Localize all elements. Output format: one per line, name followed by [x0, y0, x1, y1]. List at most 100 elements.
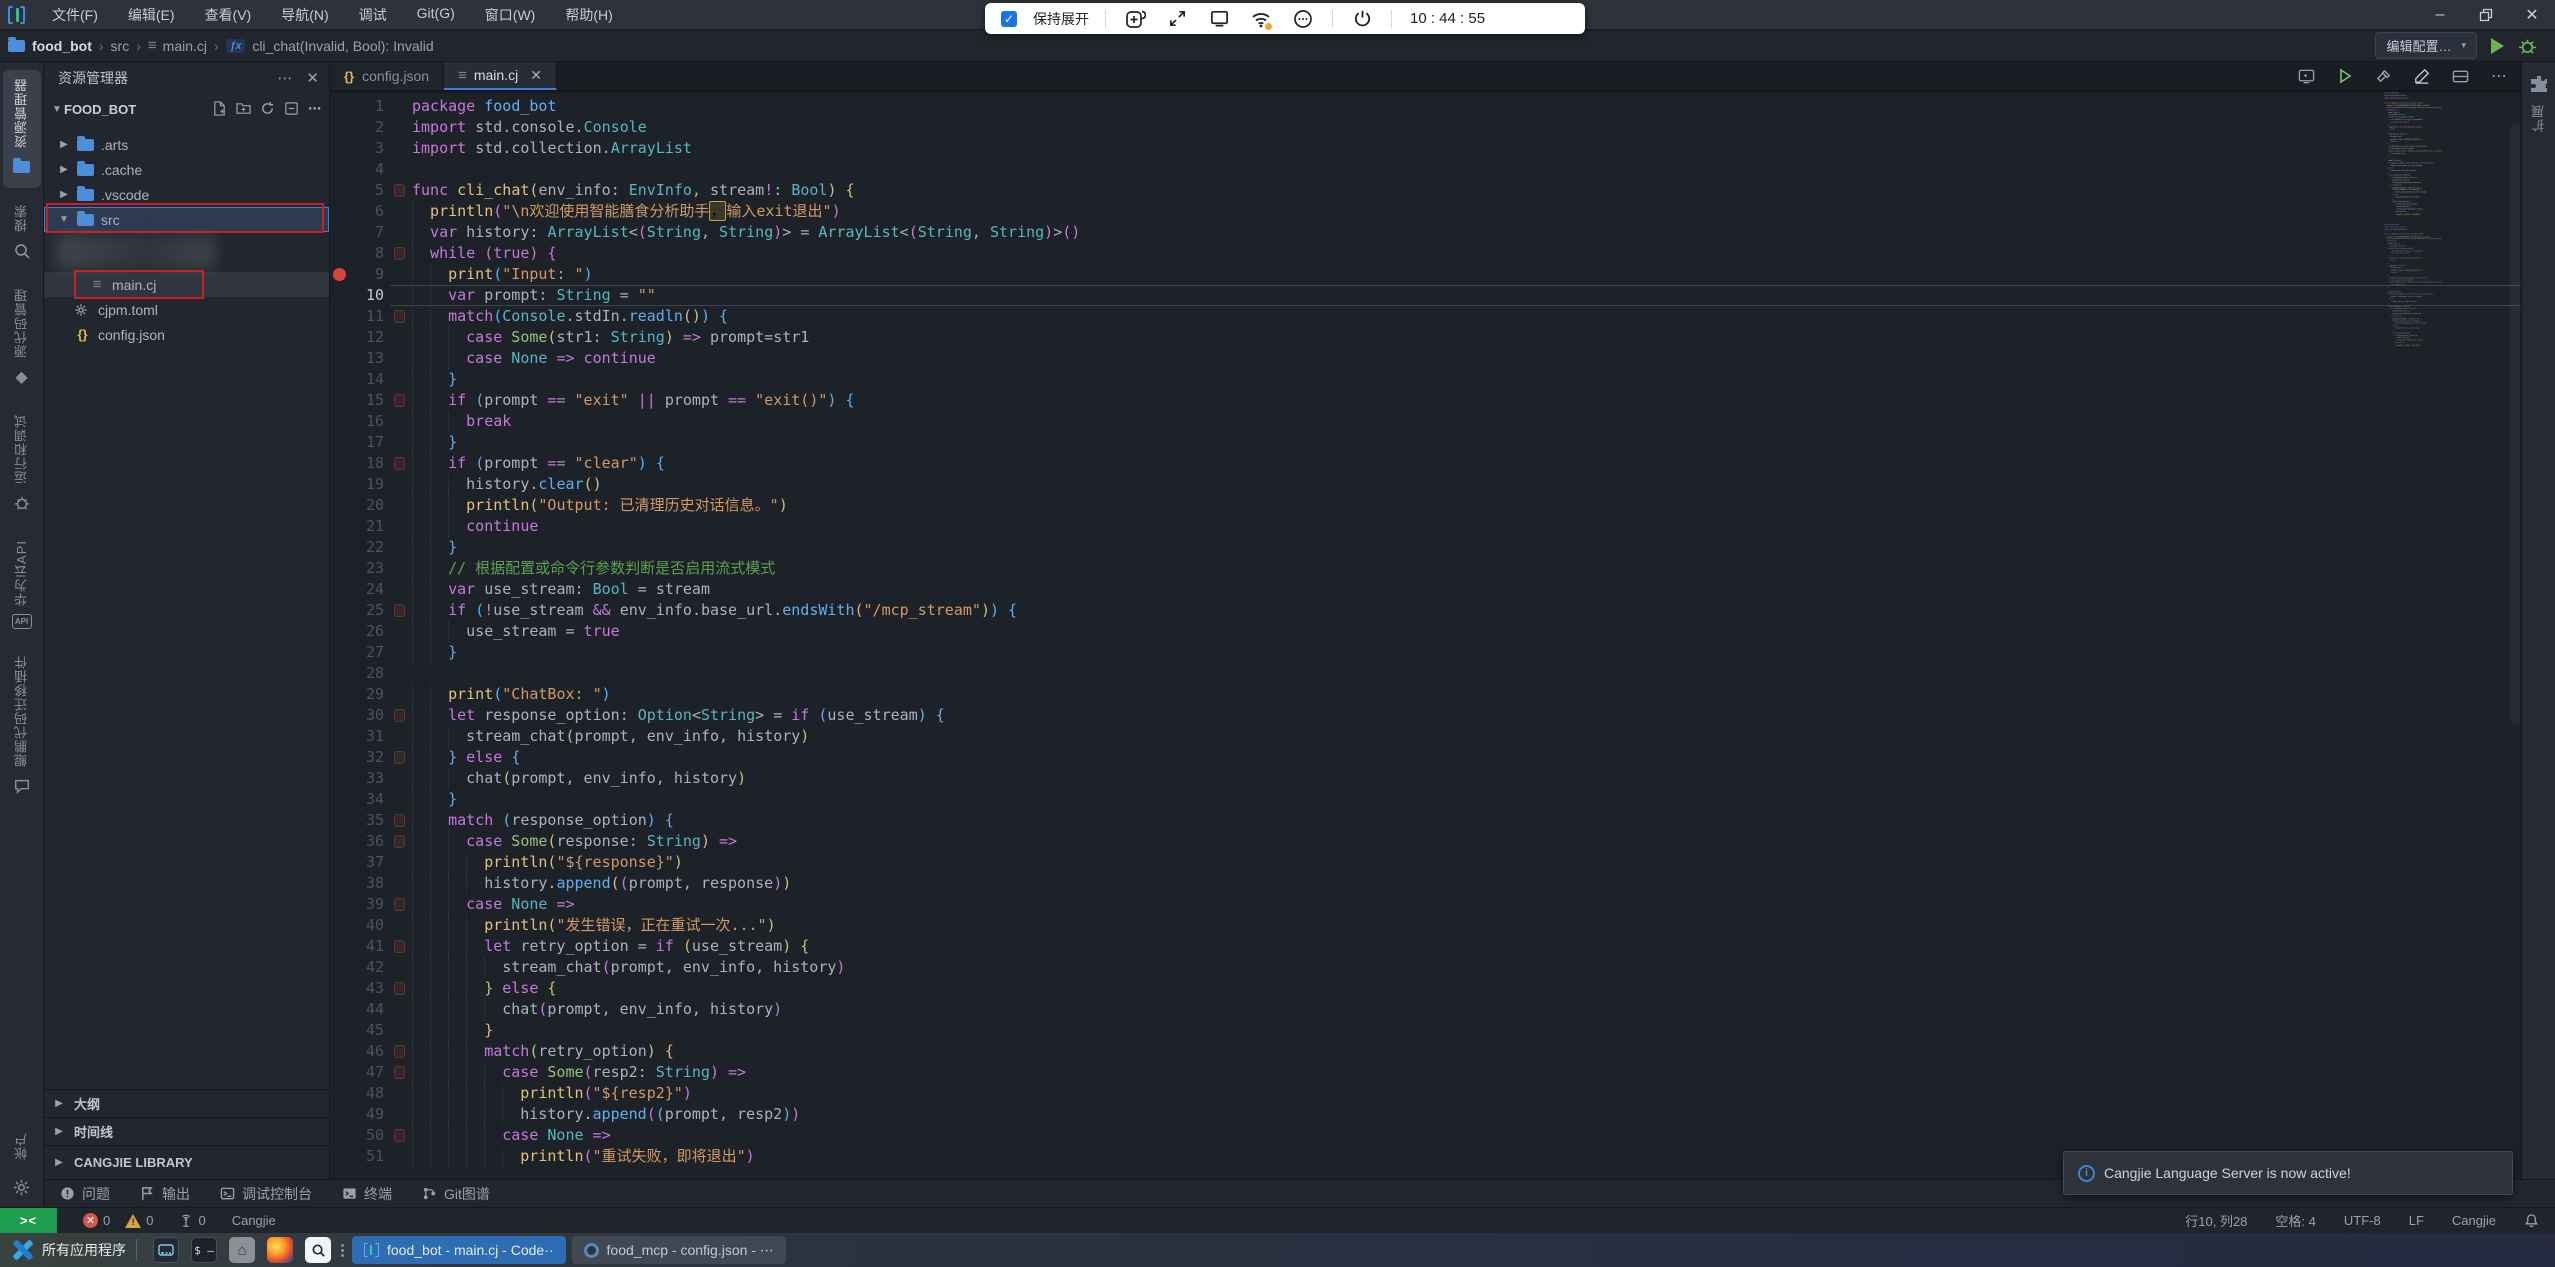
breakpoint-gutter[interactable] [330, 600, 348, 621]
panel-tab-terminal[interactable]: 终端 [342, 1184, 392, 1204]
code-line[interactable]: 35 match (response_option) { [330, 810, 2521, 831]
code-line[interactable]: 46 match(retry_option) { [330, 1041, 2521, 1062]
build-hammer-icon[interactable] [2375, 68, 2392, 85]
fullscreen-icon[interactable] [1164, 8, 1190, 29]
code-line[interactable]: 3import std.collection.ArrayList [330, 138, 2521, 159]
tree-item-vscode[interactable]: ▶ .vscode [44, 182, 329, 207]
language-status-left[interactable]: Cangjie [232, 1213, 276, 1228]
notifications-bell-icon[interactable] [2524, 1213, 2539, 1228]
menu-view[interactable]: 查看(V) [193, 2, 264, 28]
breakpoint-gutter[interactable] [330, 201, 348, 222]
extensions-puzzle-icon[interactable] [2529, 74, 2549, 94]
more-circle-icon[interactable] [1290, 8, 1316, 30]
code-line[interactable]: 13 case None => continue [330, 348, 2521, 369]
remote-indicator[interactable]: >< [0, 1208, 57, 1233]
code-line[interactable]: 31 stream_chat(prompt, env_info, history… [330, 726, 2521, 747]
activity-huawei-cloud-api[interactable]: 华为云API API [3, 532, 41, 639]
encoding[interactable]: UTF-8 [2344, 1213, 2381, 1228]
breakpoint-gutter[interactable] [330, 285, 348, 306]
code-line[interactable]: 16 break [330, 411, 2521, 432]
breakpoint-gutter[interactable] [330, 222, 348, 243]
vertical-scrollbar[interactable] [2508, 90, 2521, 1179]
tree-item-arts[interactable]: ▶ .arts [44, 132, 329, 157]
code-line[interactable]: 43 } else { [330, 978, 2521, 999]
terminal-app-icon[interactable]: $ ‒ [191, 1237, 217, 1263]
breakpoint-gutter[interactable] [330, 1125, 348, 1146]
file-manager-icon[interactable]: ⌂ [229, 1237, 255, 1263]
code-area[interactable]: 1package food_bot2import std.console.Con… [2375, 92, 2507, 215]
ports-status[interactable]: 0 [179, 1213, 205, 1228]
section-outline[interactable]: ▶ 大纲 [44, 1089, 329, 1117]
breakpoint-gutter[interactable] [330, 411, 348, 432]
breakpoint-gutter[interactable] [330, 768, 348, 789]
breakpoint-gutter[interactable] [330, 495, 348, 516]
breakpoint-gutter[interactable] [330, 1020, 348, 1041]
breakpoint-gutter[interactable] [330, 96, 348, 117]
refresh-icon[interactable] [260, 101, 275, 117]
breakpoint-gutter[interactable] [330, 474, 348, 495]
breakpoint-gutter[interactable] [330, 159, 348, 180]
code-line[interactable]: 47 case Some(resp2: String) => [330, 1062, 2521, 1083]
code-line[interactable]: 17 } [330, 432, 2521, 453]
breakpoint-gutter[interactable] [330, 558, 348, 579]
breakpoint-gutter[interactable] [330, 579, 348, 600]
language-mode[interactable]: Cangjie [2452, 1213, 2496, 1228]
section-timeline[interactable]: ▶ 时间线 [44, 1117, 329, 1145]
firefox-icon[interactable] [267, 1237, 293, 1263]
breakpoint-gutter[interactable] [330, 873, 348, 894]
breakpoint-gutter[interactable] [330, 1083, 348, 1104]
code-line[interactable]: 24 var use_stream: Bool = stream [330, 579, 2521, 600]
close-sidebar-icon[interactable]: ✕ [306, 69, 319, 87]
code-line[interactable]: 4 [330, 159, 2521, 180]
activity-explorer[interactable]: 资源管理器 [3, 70, 41, 188]
code-line[interactable]: 7 var history: ArrayList<(String, String… [330, 222, 2521, 243]
breakpoint-gutter[interactable] [330, 369, 348, 390]
code-line[interactable]: 41 let retry_option = if (use_stream) { [330, 936, 2521, 957]
breakpoint-gutter[interactable] [330, 705, 348, 726]
add-window-icon[interactable] [1122, 8, 1148, 30]
breakpoint-gutter[interactable] [330, 999, 348, 1020]
code-line[interactable]: 10 var prompt: String = "" [330, 285, 2521, 306]
power-icon[interactable] [1349, 8, 1375, 29]
search-app-icon[interactable] [305, 1237, 331, 1263]
breakpoint-gutter[interactable] [330, 117, 348, 138]
run-file-icon[interactable] [2337, 68, 2353, 84]
breakpoint-gutter[interactable] [330, 180, 348, 201]
breadcrumb-root[interactable]: food_bot [8, 38, 92, 54]
keep-expanded-checkbox[interactable]: ✓ [1001, 11, 1017, 27]
menu-file[interactable]: 文件(F) [40, 2, 110, 28]
menu-git[interactable]: Git(G) [405, 2, 467, 28]
tree-item-cjpm-toml[interactable]: cjpm.toml [44, 297, 329, 322]
breakpoint-gutter[interactable] [330, 957, 348, 978]
notification-toast[interactable]: i Cangjie Language Server is now active! [2063, 1151, 2513, 1195]
close-button[interactable]: ✕ [2509, 0, 2555, 29]
breakpoint-gutter[interactable] [330, 348, 348, 369]
code-line[interactable]: 29 print("ChatBox: ") [330, 684, 2521, 705]
activity-run-debug[interactable]: 运行和调试 [3, 406, 41, 524]
code-line[interactable]: 51 println("重试失败，即将退出") [2375, 344, 2507, 346]
breakpoint-gutter[interactable] [330, 453, 348, 474]
panel-tab-git-graph[interactable]: Git图谱 [422, 1184, 490, 1204]
breakpoint-gutter[interactable] [330, 789, 348, 810]
new-file-icon[interactable] [212, 101, 227, 117]
code-line[interactable]: 19 history.clear() [330, 474, 2521, 495]
breadcrumb-symbol[interactable]: ƒx cli_chat(Invalid, Bool): Invalid [226, 38, 434, 54]
code-line[interactable]: 12 case Some(str1: String) => prompt=str… [330, 327, 2521, 348]
new-folder-icon[interactable] [236, 101, 251, 117]
indentation[interactable]: 空格: 4 [2275, 1211, 2315, 1230]
code-line[interactable]: 22 } [330, 537, 2521, 558]
code-line[interactable]: 36 case Some(response: String) => [330, 831, 2521, 852]
activity-source-control[interactable]: 源代码管理 ◆ [3, 280, 41, 398]
code-line[interactable]: 45 } [330, 1020, 2521, 1041]
tree-item-cache[interactable]: ▶ .cache [44, 157, 329, 182]
more-actions-icon[interactable]: ⋯ [277, 69, 292, 87]
more-actions-icon[interactable]: ⋯ [308, 101, 321, 117]
tab-config-json[interactable]: {} config.json [330, 62, 444, 90]
breadcrumb-src[interactable]: src [111, 38, 130, 54]
code-line[interactable]: 37 println("${response}") [330, 852, 2521, 873]
tree-item-main-cj[interactable]: ≡ main.cj [44, 272, 329, 297]
split-editor-icon[interactable] [2452, 68, 2469, 85]
breakpoint-gutter[interactable] [330, 243, 348, 264]
code-line[interactable]: 8 while (true) { [330, 243, 2521, 264]
code-line[interactable]: 5func cli_chat(env_info: EnvInfo, stream… [330, 180, 2521, 201]
